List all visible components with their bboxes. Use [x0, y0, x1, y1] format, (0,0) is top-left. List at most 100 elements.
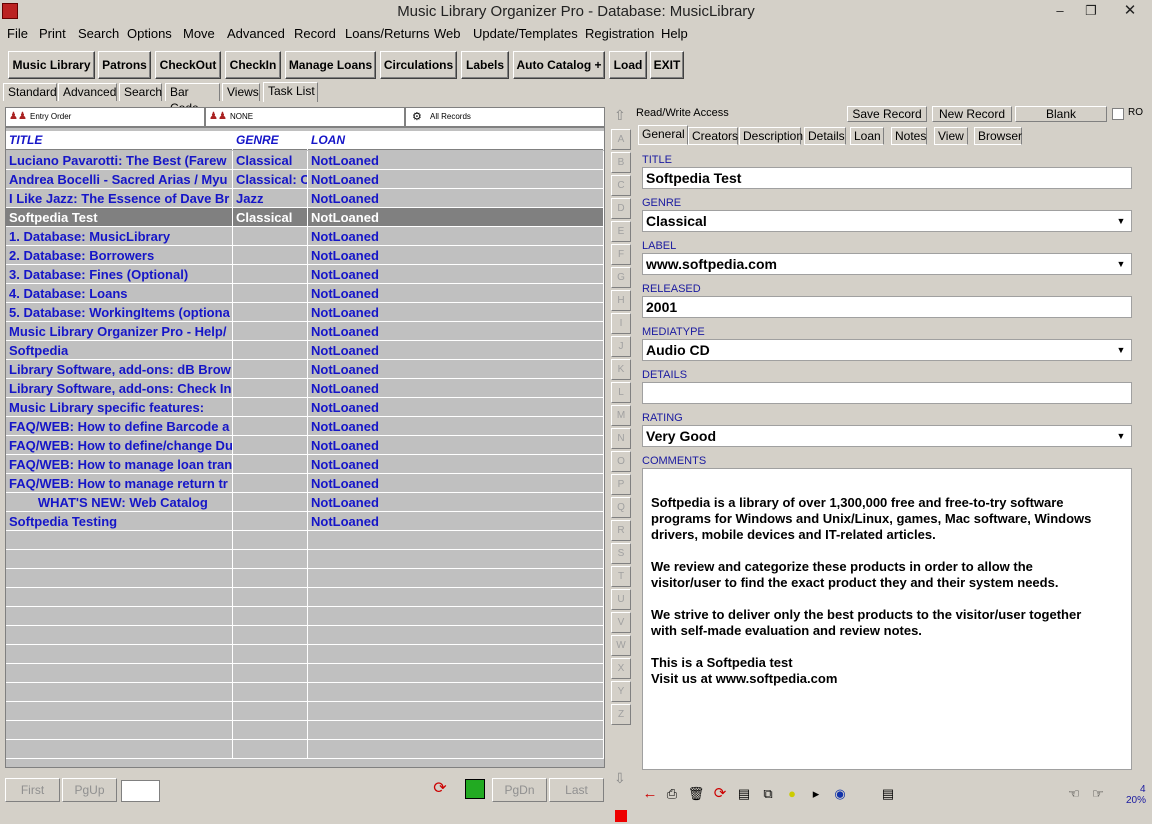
checkin-button[interactable]: CheckIn — [225, 51, 281, 79]
table-row[interactable] — [6, 664, 604, 683]
globe-icon[interactable]: ◉ — [830, 784, 850, 804]
table-row[interactable]: FAQ/WEB: How to manage return tr NotLoane… — [6, 474, 604, 493]
chevron-down-icon[interactable]: ▼ — [1113, 213, 1129, 229]
alpha-index-f[interactable]: F — [611, 244, 631, 265]
alpha-index-y[interactable]: Y — [611, 681, 631, 702]
menu-web[interactable]: Web — [434, 24, 461, 41]
table-row[interactable]: Softpedia NotLoaned — [6, 341, 604, 360]
manage-loans-button[interactable]: Manage Loans — [285, 51, 376, 79]
menu-advanced[interactable]: Advanced — [227, 24, 285, 41]
column-header-genre[interactable]: GENRE — [233, 131, 308, 150]
table-row[interactable] — [6, 683, 604, 702]
table-row[interactable] — [6, 626, 604, 645]
labels-button[interactable]: Labels — [461, 51, 509, 79]
table-row[interactable] — [6, 588, 604, 607]
table-row[interactable]: 1. Database: MusicLibrary NotLoaned — [6, 227, 604, 246]
alpha-index-n[interactable]: N — [611, 428, 631, 449]
alpha-index-p[interactable]: P — [611, 474, 631, 495]
order-selector[interactable]: ♟♟ Entry Order — [5, 107, 205, 127]
table-row[interactable]: Softpedia Test Classical NotLoaned — [6, 208, 604, 227]
alpha-index-l[interactable]: L — [611, 382, 631, 403]
goto-record-input[interactable] — [121, 780, 160, 802]
auto-catalog-button[interactable]: Auto Catalog + — [513, 51, 605, 79]
alpha-index-e[interactable]: E — [611, 221, 631, 242]
released-field[interactable]: 2001 — [642, 296, 1132, 318]
table-row[interactable] — [6, 550, 604, 569]
last-button[interactable]: Last — [549, 778, 604, 802]
table-row[interactable]: FAQ/WEB: How to define Barcode a NotLoane… — [6, 417, 604, 436]
ro-checkbox[interactable] — [1112, 108, 1124, 120]
table-row[interactable]: Music Library specific features: NotLoane… — [6, 398, 604, 417]
alpha-index-i[interactable]: I — [611, 313, 631, 334]
table-row[interactable] — [6, 607, 604, 626]
title-field[interactable]: Softpedia Test — [642, 167, 1132, 189]
refresh-icon[interactable]: ⟳ — [430, 779, 450, 799]
table-row[interactable]: Library Software, add-ons: Check In NotLo… — [6, 379, 604, 398]
records-grid[interactable]: TITLE GENRE LOAN Luciano Pavarotti: The Bes… — [5, 127, 605, 768]
menu-file[interactable]: File — [7, 24, 28, 41]
export-icon[interactable]: ▸ — [806, 784, 826, 804]
chevron-down-icon[interactable]: ▼ — [1113, 342, 1129, 358]
tab-loan[interactable]: Loan — [850, 127, 884, 145]
pointer-left-icon[interactable]: ☜ — [1064, 784, 1084, 804]
table-row[interactable] — [6, 531, 604, 550]
table-row[interactable] — [6, 702, 604, 721]
alpha-index-r[interactable]: R — [611, 520, 631, 541]
circulations-button[interactable]: Circulations — [380, 51, 457, 79]
alpha-index-j[interactable]: J — [611, 336, 631, 357]
pointer-right-icon[interactable]: ☞ — [1088, 784, 1108, 804]
close-icon[interactable]: ✕ — [1108, 0, 1152, 22]
alpha-index-g[interactable]: G — [611, 267, 631, 288]
menu-options[interactable]: Options — [127, 24, 172, 41]
tab-description[interactable]: Description — [739, 127, 803, 145]
music-library-button[interactable]: Music Library — [8, 51, 95, 79]
label-select[interactable]: www.softpedia.com ▼ — [642, 253, 1132, 275]
report-icon[interactable]: ▤ — [878, 784, 898, 804]
pgdn-button[interactable]: PgDn — [492, 778, 547, 802]
exit-button[interactable]: EXIT — [650, 51, 684, 79]
alpha-index-x[interactable]: X — [611, 658, 631, 679]
alpha-index-b[interactable]: B — [611, 152, 631, 173]
table-row[interactable]: Andrea Bocelli - Sacred Arias / Myu Class… — [6, 170, 604, 189]
tab-details[interactable]: Details — [804, 127, 846, 145]
alpha-index-d[interactable]: D — [611, 198, 631, 219]
tab-views[interactable]: Views — [222, 83, 260, 101]
table-row[interactable] — [6, 740, 604, 759]
details-field[interactable] — [642, 382, 1132, 404]
alpha-index-m[interactable]: M — [611, 405, 631, 426]
menu-help[interactable]: Help — [661, 24, 688, 41]
table-row[interactable]: 5. Database: WorkingItems (optiona NotLoa… — [6, 303, 604, 322]
chevron-down-icon[interactable]: ▼ — [1113, 256, 1129, 272]
genre-select[interactable]: Classical ▼ — [642, 210, 1132, 232]
scroll-up-arrow-icon[interactable]: ⇧ — [614, 107, 626, 124]
menu-search[interactable]: Search — [78, 24, 119, 41]
tab-bar-code[interactable]: Bar Code — [165, 83, 220, 115]
menu-registration[interactable]: Registration — [585, 24, 654, 41]
table-row[interactable]: 4. Database: Loans NotLoaned — [6, 284, 604, 303]
tab-creators[interactable]: Creators — [688, 127, 738, 145]
menu-record[interactable]: Record — [294, 24, 336, 41]
tab-task-list[interactable]: Task List — [263, 82, 318, 102]
records-selector[interactable]: ⚙ All Records — [405, 107, 605, 127]
alpha-index-h[interactable]: H — [611, 290, 631, 311]
scroll-down-arrow-icon[interactable]: ⇩ — [614, 770, 626, 787]
table-row[interactable]: WHAT'S NEW: Web Catalog NotLoaned — [6, 493, 604, 512]
grid-header[interactable]: TITLE GENRE LOAN — [6, 131, 604, 150]
trash-icon[interactable]: 🗑 — [686, 784, 706, 804]
menu-update-templates[interactable]: Update/Templates — [473, 24, 578, 41]
new-record-button[interactable]: New Record — [932, 106, 1012, 122]
table-row[interactable] — [6, 569, 604, 588]
menu-loans-returns[interactable]: Loans/Returns — [345, 24, 430, 41]
tab-general[interactable]: General — [638, 125, 688, 145]
document-icon[interactable]: ▤ — [734, 784, 754, 804]
table-row[interactable]: Softpedia Testing NotLoaned — [6, 512, 604, 531]
alpha-index-o[interactable]: O — [611, 451, 631, 472]
column-header-loan[interactable]: LOAN — [308, 131, 604, 150]
alpha-index-q[interactable]: Q — [611, 497, 631, 518]
tab-view[interactable]: View — [934, 127, 968, 145]
patrons-button[interactable]: Patrons — [98, 51, 151, 79]
table-row[interactable]: FAQ/WEB: How to manage loan tran NotLoane… — [6, 455, 604, 474]
copy-icon[interactable]: ⧉ — [758, 784, 778, 804]
alpha-index-v[interactable]: V — [611, 612, 631, 633]
lightbulb-icon[interactable]: ● — [782, 784, 802, 804]
